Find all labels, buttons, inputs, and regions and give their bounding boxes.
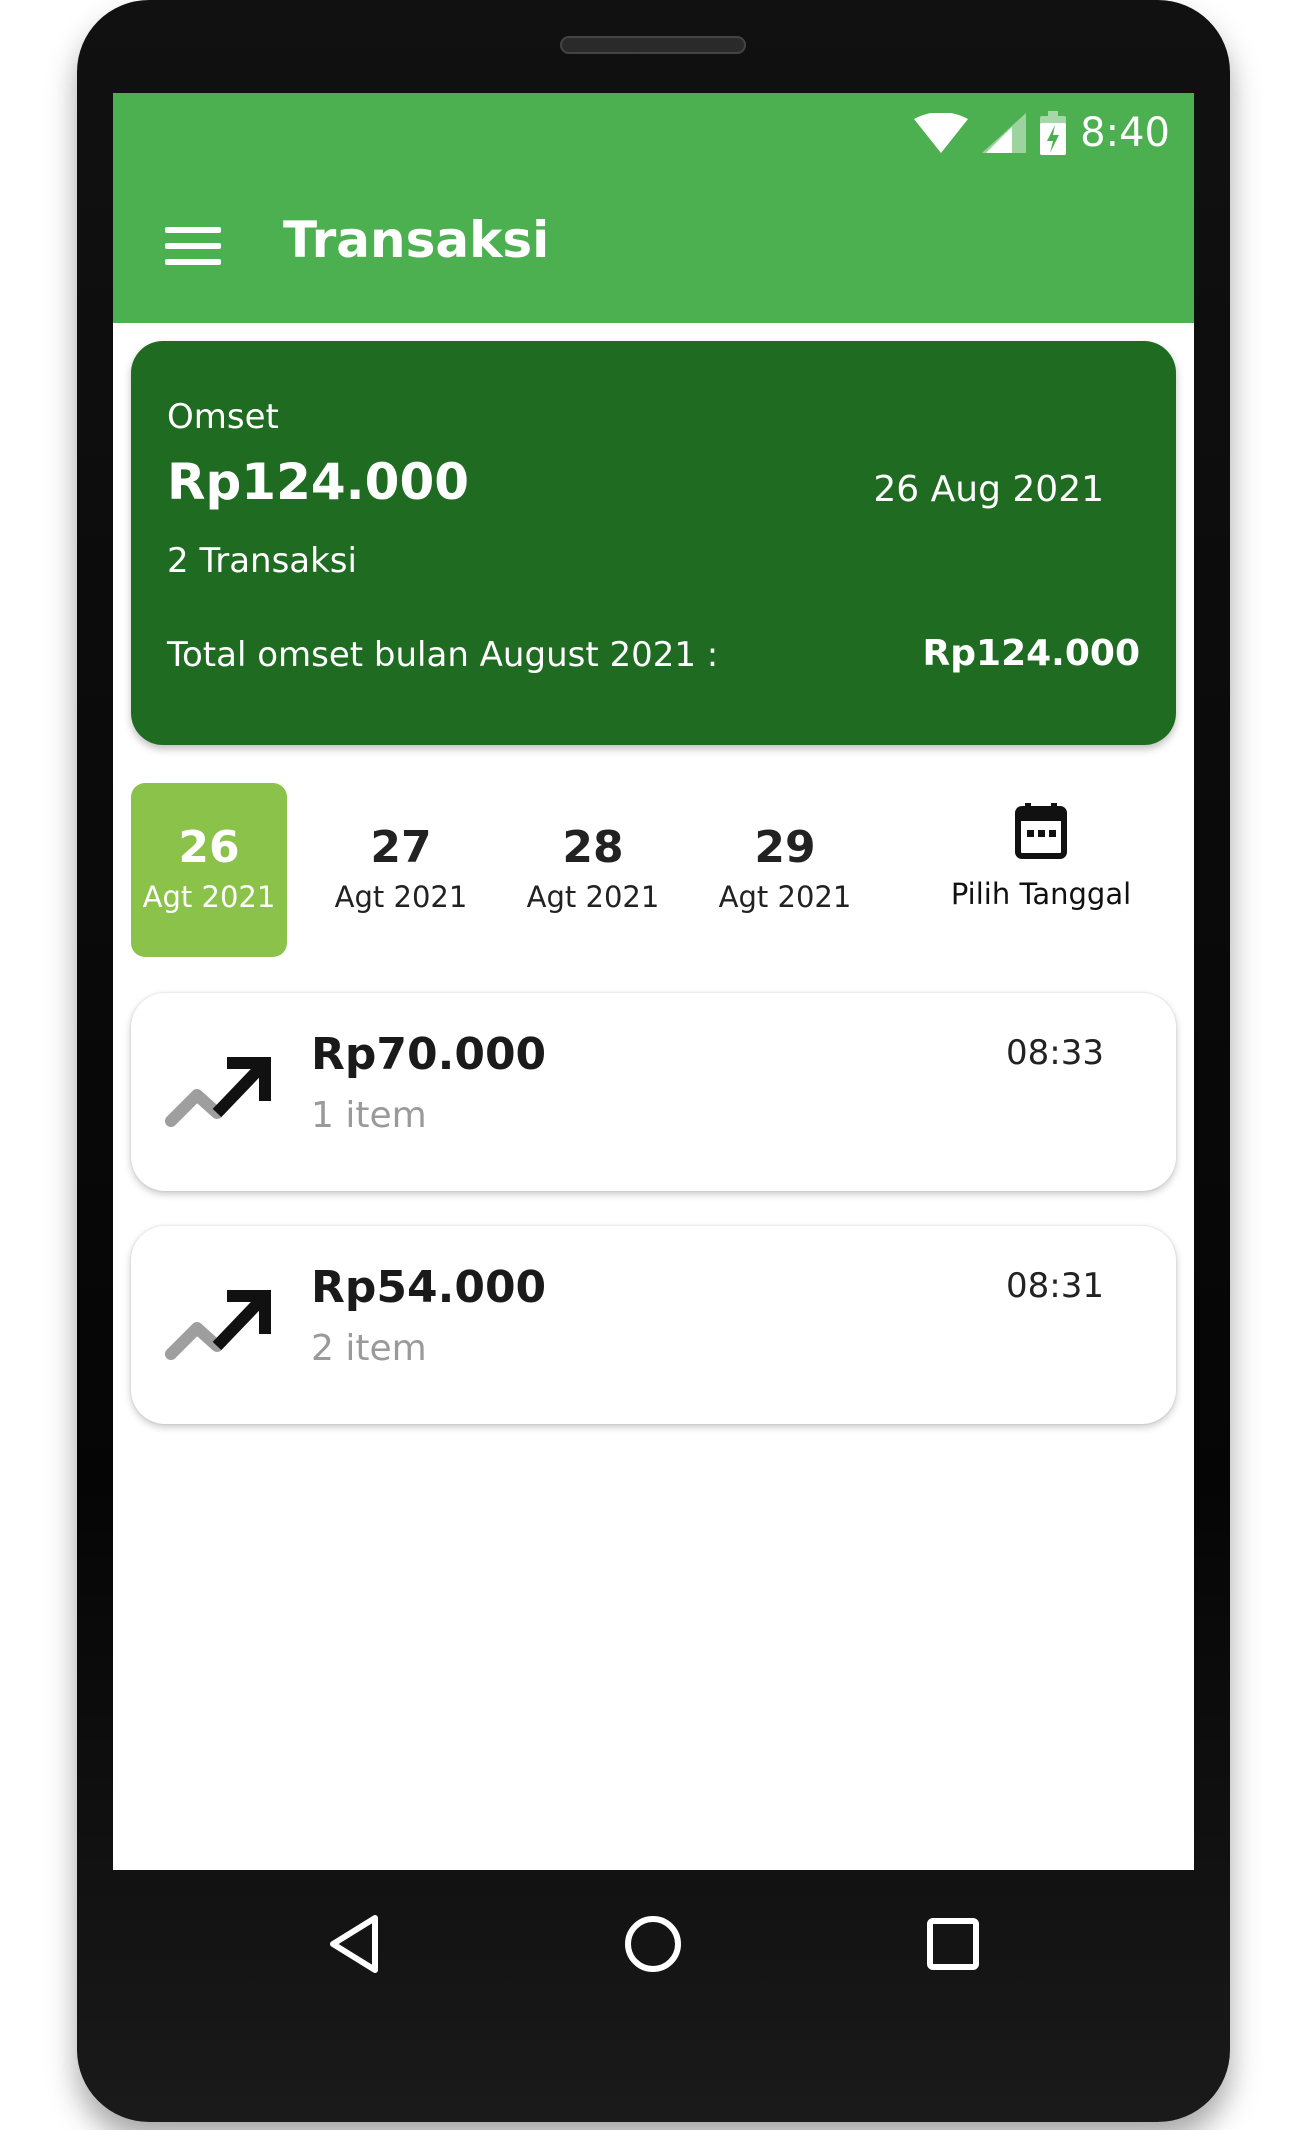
transaction-time: 08:33: [1006, 1033, 1104, 1073]
transaction-amount: Rp54.000: [311, 1262, 547, 1313]
date-day: 26: [178, 822, 240, 873]
summary-date: 26 Aug 2021: [873, 469, 1104, 510]
date-item-28[interactable]: 28 Agt 2021: [515, 783, 671, 957]
date-item-27[interactable]: 27 Agt 2021: [323, 783, 479, 957]
screen: 8:40 Transaksi Omset Rp124.000 26 Aug 20…: [113, 93, 1194, 1870]
summary-card: Omset Rp124.000 26 Aug 2021 2 Transaksi …: [131, 341, 1176, 745]
back-icon[interactable]: [327, 1914, 381, 1974]
status-time: 8:40: [1080, 110, 1170, 156]
summary-transaction-count: 2 Transaksi: [167, 541, 357, 581]
date-day: 28: [562, 822, 624, 873]
summary-label: Omset: [167, 397, 279, 437]
trending-up-icon: [165, 1057, 271, 1127]
transaction-amount: Rp70.000: [311, 1029, 547, 1080]
date-month: Agt 2021: [526, 880, 660, 914]
month-total-label: Total omset bulan August 2021 :: [167, 635, 719, 675]
app-bar: 8:40 Transaksi: [113, 93, 1194, 323]
calendar-icon: [1015, 803, 1067, 859]
transaction-card[interactable]: Rp54.000 2 item 08:31: [131, 1226, 1176, 1424]
battery-charging-icon: [1040, 111, 1067, 155]
date-selector: 26 Agt 2021 27 Agt 2021 28 Agt 2021 29 A…: [131, 783, 1176, 957]
pick-date-label: Pilih Tanggal: [950, 877, 1132, 911]
date-day: 27: [370, 822, 432, 873]
date-item-29[interactable]: 29 Agt 2021: [707, 783, 863, 957]
menu-icon[interactable]: [165, 227, 221, 265]
month-total-value: Rp124.000: [922, 633, 1140, 674]
home-icon[interactable]: [623, 1914, 683, 1974]
wifi-icon: [914, 113, 969, 153]
transaction-card[interactable]: Rp70.000 1 item 08:33: [131, 993, 1176, 1191]
signal-icon: [982, 113, 1027, 153]
transaction-items: 2 item: [311, 1328, 427, 1369]
date-month: Agt 2021: [142, 880, 276, 914]
summary-amount: Rp124.000: [167, 453, 470, 511]
trending-up-icon: [165, 1290, 271, 1360]
date-month: Agt 2021: [334, 880, 468, 914]
date-item-26[interactable]: 26 Agt 2021: [131, 783, 287, 957]
phone-frame: 8:40 Transaksi Omset Rp124.000 26 Aug 20…: [77, 0, 1230, 2122]
date-month: Agt 2021: [718, 880, 852, 914]
date-day: 29: [754, 822, 816, 873]
speaker-grille: [560, 36, 746, 54]
transaction-items: 1 item: [311, 1095, 427, 1136]
recents-icon[interactable]: [926, 1917, 980, 1971]
transaction-time: 08:31: [1006, 1266, 1104, 1306]
pick-date-button[interactable]: Pilih Tanggal: [931, 803, 1151, 943]
status-bar: 8:40: [914, 103, 1170, 163]
page-title: Transaksi: [283, 211, 550, 269]
